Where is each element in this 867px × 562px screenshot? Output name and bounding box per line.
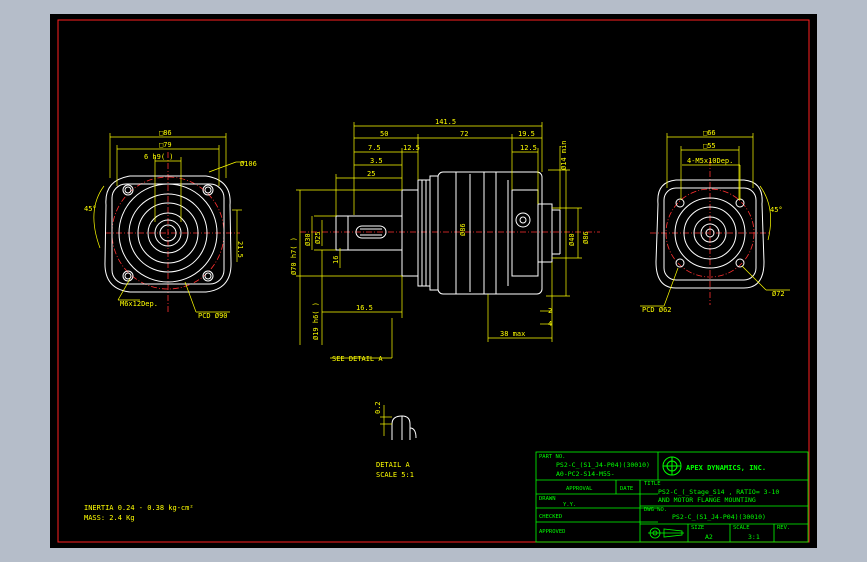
tb-title-line-2: AND MOTOR FLANGE MOUNTING	[658, 496, 756, 504]
center-dim-labels: 141.5 50 72 19.5 7.5 12.5 12.5 3.5 25 Ø7…	[290, 118, 590, 363]
dim-m5-tapped-holes: 4-M5x10Dep.	[687, 157, 733, 165]
dim-7-5: 7.5	[368, 144, 381, 152]
note-mass: MASS: 2.4 Kg	[84, 514, 135, 522]
dim-19-5: 19.5	[518, 130, 535, 138]
right-dim-labels: □66 □55 4-M5x10Dep. 45° Ø72 PCD Ø62	[642, 129, 785, 314]
company-logo	[662, 456, 682, 476]
dim-25: 25	[367, 170, 375, 178]
left-view: □86 □79 6 h9( ) Ø106 45° 21.5 M6x12Dep. …	[84, 129, 257, 320]
tb-drawn-value: Y.Y.	[563, 502, 576, 508]
dim-angle-45: 45°	[84, 205, 97, 213]
detail-a-scale: SCALE 5:1	[376, 471, 414, 479]
tb-dwg-no-label: DWG NO.	[644, 507, 667, 513]
dim-12-5-left: 12.5	[403, 144, 420, 152]
see-detail-a-callout: SEE DETAIL A	[332, 355, 383, 363]
detail-a-labels: 0.2 DETAIL A SCALE 5:1	[374, 401, 414, 479]
dim-dia-72: Ø72	[772, 290, 785, 298]
dim-overall-141-5: 141.5	[435, 118, 456, 126]
tb-dwg-no: PS2-C_(S1_J4-P04)(30010)	[672, 513, 766, 521]
dim-4: 4	[548, 320, 552, 328]
dim-dia-86-body: Ø86	[459, 223, 467, 236]
dim-pcd-62: PCD Ø62	[642, 306, 672, 314]
dim-key-width: 6 h9( )	[144, 153, 174, 161]
tb-size-value: A2	[705, 533, 713, 541]
right-view: □66 □55 4-M5x10Dep. 45° Ø72 PCD Ø62	[640, 129, 790, 314]
dim-square-86: □86	[159, 129, 172, 137]
dim-72: 72	[460, 130, 468, 138]
tb-part-no-2: A0-PC2-S14-M55-	[556, 470, 615, 478]
tb-title-line-1: PS2-C_(_Stage_S14 , RATIO= 3-10	[658, 488, 779, 496]
detail-a: 0.2 DETAIL A SCALE 5:1	[374, 401, 417, 479]
tb-drawn-label: DRAWN	[539, 496, 556, 502]
dim-38-max: 38 max	[500, 330, 525, 338]
projection-symbol	[648, 527, 684, 539]
dim-dia-86-flange: Ø86	[582, 231, 590, 244]
dim-square-66: □66	[703, 129, 716, 137]
dim-square-79: □79	[159, 141, 172, 149]
dim-square-55: □55	[703, 142, 716, 150]
dim-dia-40: Ø40	[568, 233, 576, 246]
tb-size-label: SIZE	[691, 525, 704, 531]
tb-approval-label: APPROVAL	[566, 486, 593, 492]
tb-rev-label: REV.	[777, 525, 790, 531]
dim-21-5: 21.5	[236, 241, 244, 258]
cad-application-window: □86 □79 6 h9( ) Ø106 45° 21.5 M6x12Dep. …	[0, 0, 867, 562]
note-inertia: INERTIA 0.24 - 0.38 kg-cm²	[84, 504, 194, 512]
dim-dia-19: Ø19 h6( )	[312, 302, 320, 340]
dim-dia-106: Ø106	[240, 160, 257, 168]
tb-title-label: TITLE	[644, 481, 661, 487]
tb-part-no-1: PS2-C_(S1_J4-P04)(30010)	[556, 461, 650, 469]
dim-16: 16	[332, 256, 340, 264]
dim-dia-14-min: Ø14 min	[560, 140, 568, 170]
dim-right-angle-45: 45°	[770, 206, 783, 214]
dim-dia-30: Ø30	[304, 233, 312, 246]
tb-scale-value: 3:1	[748, 533, 760, 541]
dim-pcd-90: PCD Ø90	[198, 312, 228, 320]
tb-approved-label: APPROVED	[539, 529, 566, 535]
dim-tapped-holes: M6x12Dep.	[120, 300, 158, 308]
tb-scale-label: SCALE	[733, 525, 750, 531]
dim-dia-25: Ø25	[314, 231, 322, 244]
dim-2: 2	[548, 307, 552, 315]
detail-dim-0-2: 0.2	[374, 401, 382, 414]
tb-part-no-label: PART NO.	[539, 454, 566, 460]
drawing-notes: INERTIA 0.24 - 0.38 kg-cm² MASS: 2.4 Kg	[84, 504, 194, 522]
dim-16-5: 16.5	[356, 304, 373, 312]
drawing-sheet: □86 □79 6 h9( ) Ø106 45° 21.5 M6x12Dep. …	[57, 19, 810, 543]
dim-dia-70: Ø70 h7( )	[290, 237, 298, 275]
detail-a-geometry	[391, 415, 417, 440]
detail-a-title: DETAIL A	[376, 461, 411, 469]
center-dim-lines	[296, 122, 582, 359]
tb-checked-label: CHECKED	[539, 514, 562, 520]
title-block: PART NO. PS2-C_(S1_J4-P04)(30010) A0-PC2…	[535, 451, 809, 543]
tb-company-name: APEX DYNAMICS, INC.	[686, 464, 766, 472]
dim-3-5: 3.5	[370, 157, 383, 165]
dim-50: 50	[380, 130, 388, 138]
center-view: 141.5 50 72 19.5 7.5 12.5 12.5 3.5 25 Ø7…	[290, 118, 600, 363]
dim-12-5-right: 12.5	[520, 144, 537, 152]
title-block-labels: PART NO. PS2-C_(S1_J4-P04)(30010) A0-PC2…	[539, 454, 790, 541]
tb-date-label: DATE	[620, 486, 633, 492]
